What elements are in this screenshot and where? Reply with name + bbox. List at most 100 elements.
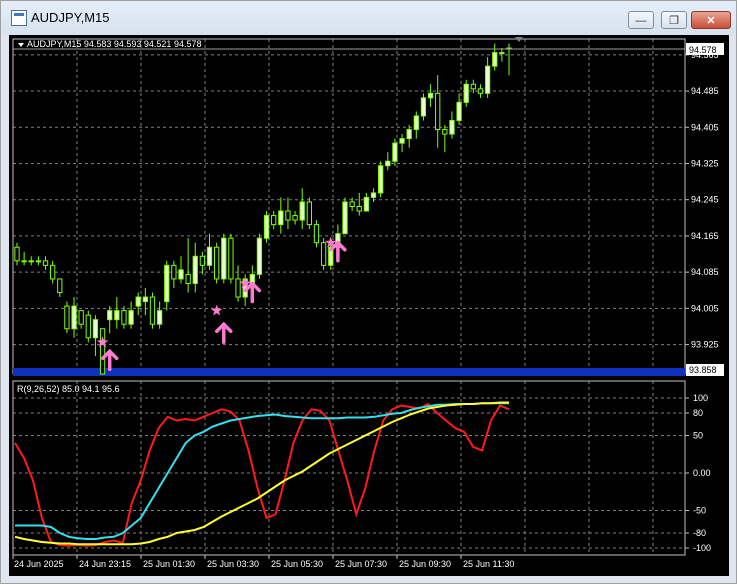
buy-arrow-icon [215, 321, 233, 344]
bear-candle [85, 314, 91, 339]
candles [14, 43, 512, 375]
chart-window: AUDJPY,M15 — ❐ ✕ 94.56594.48594.40594.32… [0, 0, 737, 584]
price-tick-label: 94.165 [691, 231, 719, 241]
time-tick-label: 24 Jun 23:15 [79, 559, 131, 569]
bear-candle [285, 210, 291, 221]
price-chart[interactable]: 94.56594.48594.40594.32594.24594.16594.0… [9, 35, 729, 576]
bull-candle [463, 83, 469, 103]
bear-candle [78, 310, 84, 325]
bear-candle [228, 237, 234, 280]
title-bar[interactable]: AUDJPY,M15 — ❐ ✕ [1, 1, 736, 35]
price-line-band [13, 368, 685, 376]
bear-candle [64, 305, 70, 330]
bear-candle [185, 273, 191, 284]
main-chart-border [12, 38, 686, 375]
bull-candle [21, 260, 27, 263]
indicator-series-line [14, 402, 510, 547]
bear-candle [292, 215, 298, 221]
chart-window-icon [11, 10, 27, 26]
indicator-series-line [15, 402, 509, 540]
bear-candle [57, 278, 63, 294]
price-tick-label: 94.405 [691, 122, 719, 132]
bear-candle [306, 201, 312, 226]
bull-candle [492, 52, 498, 67]
bear-candle [199, 255, 206, 266]
grid [13, 39, 685, 555]
price-tick-label: 94.325 [691, 158, 719, 168]
bull-candle [28, 260, 34, 263]
window-title: AUDJPY,M15 [31, 10, 110, 25]
bear-candle [149, 296, 156, 325]
bear-candle [42, 260, 49, 266]
indicator-tick-label: 50 [693, 431, 703, 441]
bear-candle [50, 264, 56, 280]
bear-candle [349, 201, 355, 208]
bull-candle [484, 65, 491, 94]
indicator-tick-label: -100 [693, 543, 711, 553]
bear-candle [477, 88, 484, 94]
bear-candle [435, 92, 441, 131]
price-line-label: 93.858 [689, 365, 717, 375]
minimize-button[interactable]: — [628, 11, 654, 29]
bull-candle [142, 296, 148, 303]
bear-candle [356, 206, 362, 212]
bull-candle [135, 296, 141, 307]
bull-candle [363, 196, 370, 212]
bull-candle [392, 142, 398, 162]
bull-candle [449, 119, 455, 135]
time-tick-label: 25 Jun 01:30 [143, 559, 195, 569]
bull-candle [71, 305, 77, 330]
bull-candle [299, 201, 305, 221]
bear-candle [99, 328, 106, 375]
symbol-menu-arrow[interactable] [18, 43, 24, 47]
bear-candle [14, 246, 20, 262]
bear-candle [470, 83, 476, 90]
restore-button[interactable]: ❐ [661, 11, 687, 29]
bull-candle [406, 129, 412, 140]
signal-star-icon [210, 304, 223, 316]
bull-candle [370, 192, 377, 198]
indicator-label: R(9,26,52) 85.0 94.1 95.6 [17, 384, 120, 394]
bull-candle [107, 310, 113, 321]
signal-markers [96, 236, 347, 372]
chart-area[interactable]: 94.56594.48594.40594.32594.24594.16594.0… [9, 35, 729, 576]
bull-candle [221, 237, 227, 280]
bull-candle [128, 310, 134, 325]
price-tick-label: 94.485 [691, 86, 719, 96]
close-button[interactable]: ✕ [691, 11, 731, 29]
bull-candle [156, 310, 163, 325]
indicator-tick-label: 80 [693, 408, 703, 418]
bull-candle [499, 52, 505, 55]
bear-candle [442, 129, 448, 135]
bull-candle [164, 264, 170, 303]
bull-candle [35, 260, 42, 263]
bear-candle [171, 264, 177, 280]
bull-candle [420, 97, 427, 117]
chart-info-label: AUDJPY,M15 94.583 94.593 94.521 94.578 [27, 39, 201, 49]
indicator-tick-label: 100 [693, 393, 708, 403]
bear-candle [271, 215, 277, 226]
bull-candle [399, 138, 405, 144]
time-tick-label: 25 Jun 07:30 [335, 559, 387, 569]
bull-candle [385, 160, 391, 167]
bull-candle [114, 310, 120, 321]
bear-candle [235, 278, 241, 298]
indicator-chart-border [12, 380, 686, 556]
axis-ticks: 94.56594.48594.40594.32594.24594.16594.0… [12, 42, 724, 569]
time-tick-label: 24 Jun 2025 [14, 559, 64, 569]
bull-candle [178, 269, 184, 280]
price-tick-label: 94.245 [691, 195, 719, 205]
bear-candle [313, 224, 320, 244]
bear-candle [320, 242, 327, 266]
time-tick-label: 25 Jun 11:30 [463, 559, 514, 569]
bull-candle [378, 165, 384, 194]
indicator-tick-label: 0.00 [693, 468, 711, 478]
bear-candle [121, 310, 127, 325]
bull-candle [413, 115, 419, 131]
time-tick-label: 25 Jun 09:30 [399, 559, 451, 569]
bull-candle [263, 215, 270, 239]
indicator-tick-label: -50 [693, 506, 706, 516]
bull-candle [206, 246, 213, 266]
time-tick-label: 25 Jun 05:30 [271, 559, 323, 569]
bear-candle [214, 246, 220, 280]
